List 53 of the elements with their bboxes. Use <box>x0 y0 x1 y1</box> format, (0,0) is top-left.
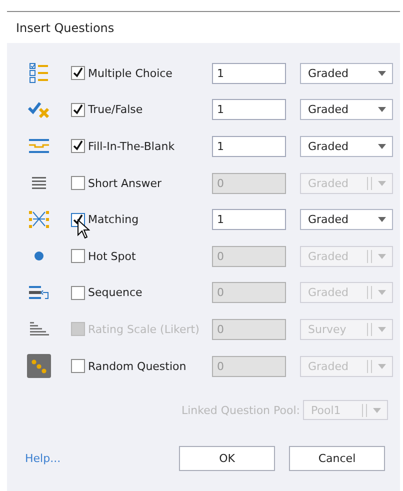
count-field[interactable]: 1 <box>212 99 286 120</box>
question-type-label: Random Question <box>88 360 188 373</box>
count-field[interactable]: 0 <box>212 282 286 304</box>
matching-icon <box>28 210 50 230</box>
pointer-cursor-icon <box>77 218 90 239</box>
dot-icon <box>34 251 44 262</box>
checkbox[interactable] <box>71 176 85 190</box>
sequence-icon <box>28 284 50 301</box>
dialog-button[interactable]: Cancel <box>289 446 385 472</box>
grading-dropdown[interactable]: Graded <box>300 136 393 157</box>
count-field[interactable]: 0 <box>212 246 286 267</box>
check-cross-icon <box>28 102 50 118</box>
checkbox[interactable] <box>71 286 85 300</box>
caret-icon <box>378 326 386 332</box>
count-field[interactable]: 1 <box>212 136 286 157</box>
count-field[interactable]: 1 <box>212 209 286 230</box>
help-link[interactable]: Help... <box>25 452 179 466</box>
question-type-label: Short Answer <box>88 176 163 190</box>
count-field[interactable]: 1 <box>212 62 286 84</box>
checkbox[interactable] <box>71 66 85 80</box>
grading-dropdown[interactable]: Graded <box>300 209 393 230</box>
bars-icon <box>29 321 49 338</box>
caret-icon <box>373 408 381 413</box>
grading-dropdown[interactable]: Graded <box>300 99 393 120</box>
checkbox[interactable] <box>71 249 85 264</box>
caret-icon <box>378 70 386 76</box>
question-type-label: Hot Spot <box>88 250 137 263</box>
caret-icon <box>378 144 386 149</box>
question-type-label: Sequence <box>88 286 144 300</box>
checkbox[interactable] <box>71 102 85 117</box>
caret-icon <box>378 217 386 222</box>
checkbox[interactable] <box>71 139 85 154</box>
question-type-label: True/False <box>88 103 144 116</box>
question-type-label: Matching <box>88 213 140 226</box>
lines-icon <box>28 138 50 154</box>
question-type-label: Fill-In-The-Blank <box>88 140 176 153</box>
pool-label: Linked Question Pool: <box>181 404 300 417</box>
checklist-icon <box>28 62 50 84</box>
dialog-button[interactable]: OK <box>179 446 275 472</box>
checkbox[interactable] <box>71 359 85 374</box>
caret-icon <box>378 290 386 296</box>
question-type-label: Rating Scale (Likert) <box>88 322 200 336</box>
lines-icon <box>32 177 46 190</box>
caret-icon <box>378 107 386 112</box>
caret-icon <box>378 364 386 369</box>
question-type-label: Multiple Choice <box>88 66 174 80</box>
grading-dropdown[interactable]: Graded <box>300 62 393 84</box>
caret-icon <box>378 180 386 186</box>
count-field[interactable]: 0 <box>212 172 286 194</box>
window-title: Insert Questions <box>16 20 114 34</box>
caret-icon <box>378 254 386 259</box>
count-field[interactable]: 0 <box>212 356 286 377</box>
dice-icon <box>27 354 51 378</box>
